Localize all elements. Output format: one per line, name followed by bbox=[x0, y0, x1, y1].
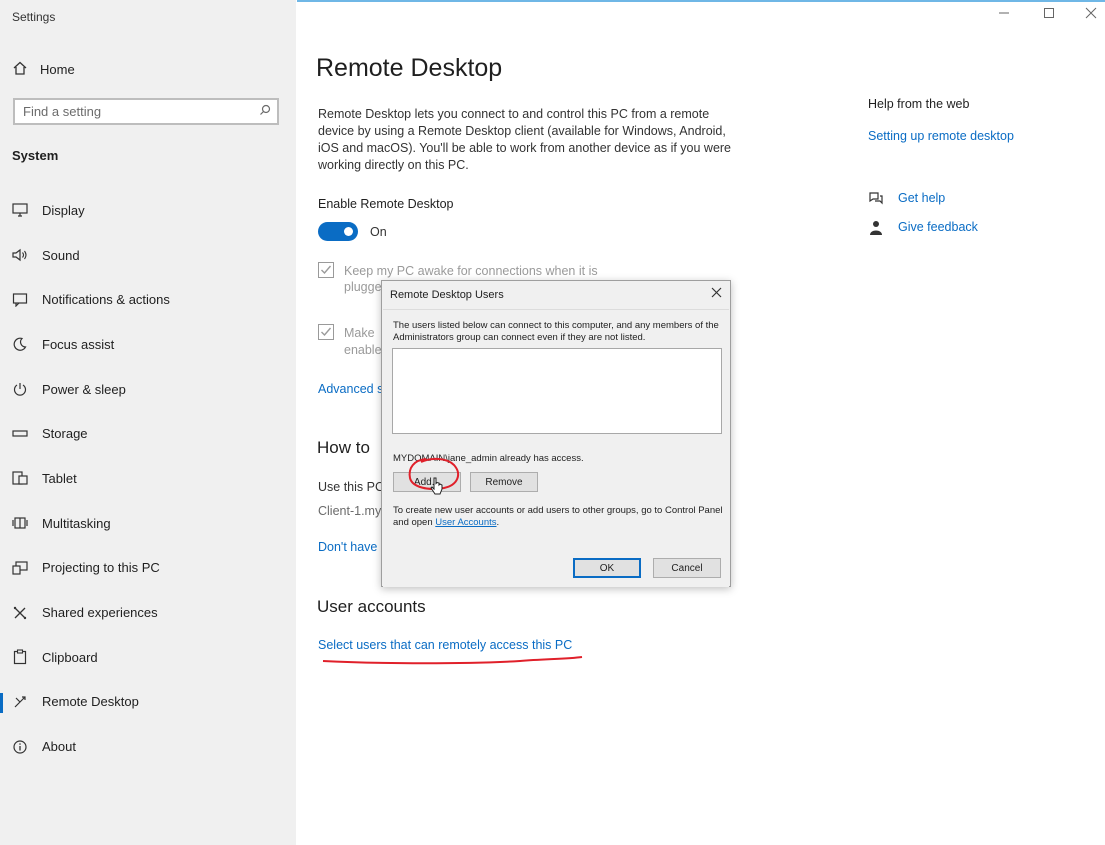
close-icon bbox=[1085, 7, 1097, 19]
projecting-icon bbox=[12, 561, 28, 575]
how-to-heading: How to bbox=[317, 438, 370, 457]
moon-icon bbox=[12, 337, 28, 352]
sidebar-item-projecting[interactable]: Projecting to this PC bbox=[0, 546, 296, 591]
keep-awake-checkbox[interactable] bbox=[318, 262, 334, 278]
toggle-state-label: On bbox=[370, 225, 387, 239]
sidebar-item-label: Display bbox=[42, 202, 85, 218]
sidebar-item-label: Notifications & actions bbox=[42, 292, 170, 308]
clipboard-icon bbox=[12, 649, 28, 665]
ok-button[interactable]: OK bbox=[573, 558, 641, 578]
speaker-icon bbox=[12, 248, 28, 262]
dialog-close-button[interactable] bbox=[711, 285, 722, 302]
user-accounts-heading: User accounts bbox=[317, 597, 426, 616]
sidebar-item-tablet[interactable]: Tablet bbox=[0, 456, 296, 501]
help-from-web-heading: Help from the web bbox=[868, 97, 970, 111]
sidebar-item-shared-experiences[interactable]: Shared experiences bbox=[0, 590, 296, 635]
dialog-body: The users listed below can connect to th… bbox=[383, 309, 729, 587]
sidebar-item-label: About bbox=[42, 739, 76, 755]
sidebar-item-power-sleep[interactable]: Power & sleep bbox=[0, 367, 296, 412]
info-icon bbox=[12, 739, 28, 754]
remote-desktop-users-dialog: Remote Desktop Users The users listed be… bbox=[381, 280, 731, 587]
keep-awake-label: Keep my PC awake for connections when it… bbox=[344, 264, 598, 278]
sidebar-item-label: Shared experiences bbox=[42, 605, 158, 621]
maximize-icon bbox=[1044, 8, 1054, 18]
sidebar-item-clipboard[interactable]: Clipboard bbox=[0, 635, 296, 680]
sidebar-item-label: Tablet bbox=[42, 470, 77, 486]
give-feedback-icon bbox=[869, 220, 883, 241]
dialog-intro-text: The users listed below can connect to th… bbox=[393, 320, 719, 343]
setting-up-remote-desktop-link[interactable]: Setting up remote desktop bbox=[868, 129, 1014, 143]
select-users-link[interactable]: Select users that can remotely access th… bbox=[318, 638, 572, 652]
dont-have-client-link[interactable]: Don't have bbox=[318, 540, 377, 554]
discoverable-checkbox[interactable] bbox=[318, 324, 334, 340]
sidebar: Settings Home System Display Sound Notif… bbox=[0, 0, 296, 845]
pc-name-text: Client-1.my bbox=[318, 504, 382, 518]
dialog-note-end: . bbox=[496, 517, 500, 528]
search-icon[interactable] bbox=[253, 104, 277, 119]
close-window-button[interactable] bbox=[1085, 6, 1097, 22]
red-underline-annotation bbox=[322, 656, 583, 665]
sidebar-item-sound[interactable]: Sound bbox=[0, 233, 296, 278]
page-description: Remote Desktop lets you connect to and c… bbox=[318, 107, 732, 172]
sidebar-item-remote-desktop[interactable]: Remote Desktop bbox=[0, 680, 296, 725]
sidebar-home[interactable]: Home bbox=[12, 60, 75, 79]
advanced-settings-link[interactable]: Advanced s bbox=[318, 382, 383, 396]
cancel-button[interactable]: Cancel bbox=[653, 558, 721, 578]
sidebar-home-label: Home bbox=[40, 62, 75, 77]
checkmark-icon bbox=[321, 327, 332, 337]
app-title: Settings bbox=[12, 10, 56, 24]
remove-button[interactable]: Remove bbox=[470, 472, 538, 492]
use-this-pc-text: Use this PC bbox=[318, 480, 384, 494]
sidebar-item-label: Remote Desktop bbox=[42, 694, 139, 710]
dialog-note: To create new user accounts or add users… bbox=[393, 505, 723, 529]
power-icon bbox=[12, 382, 28, 396]
page-title: Remote Desktop bbox=[316, 54, 503, 82]
shared-icon bbox=[12, 606, 28, 620]
enable-remote-desktop-toggle[interactable] bbox=[318, 222, 358, 241]
minimize-button[interactable] bbox=[998, 6, 1010, 22]
maximize-button[interactable] bbox=[1043, 6, 1055, 22]
enable-remote-desktop-label: Enable Remote Desktop bbox=[318, 197, 454, 211]
remote-desktop-icon bbox=[12, 695, 28, 709]
title-bar-accent bbox=[297, 0, 1105, 2]
sidebar-nav: Display Sound Notifications & actions Fo… bbox=[0, 188, 296, 769]
checkmark-icon bbox=[321, 265, 332, 275]
get-help-icon bbox=[868, 191, 884, 211]
sidebar-item-label: Sound bbox=[42, 247, 80, 263]
sidebar-item-label: Multitasking bbox=[42, 515, 111, 531]
sidebar-item-display[interactable]: Display bbox=[0, 188, 296, 233]
sidebar-item-focus-assist[interactable]: Focus assist bbox=[0, 322, 296, 367]
storage-icon bbox=[12, 429, 28, 439]
sidebar-item-multitasking[interactable]: Multitasking bbox=[0, 501, 296, 546]
dialog-title: Remote Desktop Users bbox=[390, 289, 504, 301]
users-listbox[interactable] bbox=[392, 348, 722, 434]
home-icon bbox=[12, 60, 28, 79]
monitor-icon bbox=[12, 203, 28, 217]
sidebar-item-label: Power & sleep bbox=[42, 381, 126, 397]
mouse-cursor-icon bbox=[430, 477, 443, 495]
sidebar-item-label: Projecting to this PC bbox=[42, 560, 160, 576]
close-icon bbox=[711, 287, 722, 298]
give-feedback-link[interactable]: Give feedback bbox=[898, 220, 978, 234]
sidebar-item-label: Focus assist bbox=[42, 336, 115, 352]
user-accounts-link[interactable]: User Accounts bbox=[435, 517, 496, 528]
multitasking-icon bbox=[12, 516, 28, 530]
search-box[interactable] bbox=[13, 98, 279, 125]
sidebar-item-label: Storage bbox=[42, 426, 88, 442]
sidebar-item-about[interactable]: About bbox=[0, 724, 296, 769]
section-system: System bbox=[12, 148, 59, 163]
sidebar-item-storage[interactable]: Storage bbox=[0, 411, 296, 456]
tablet-icon bbox=[12, 471, 28, 486]
notification-icon bbox=[12, 293, 28, 307]
get-help-link[interactable]: Get help bbox=[898, 191, 945, 205]
sidebar-item-label: Clipboard bbox=[42, 649, 98, 665]
search-input[interactable] bbox=[15, 104, 253, 119]
minimize-icon bbox=[999, 12, 1009, 14]
sidebar-item-notifications[interactable]: Notifications & actions bbox=[0, 277, 296, 322]
